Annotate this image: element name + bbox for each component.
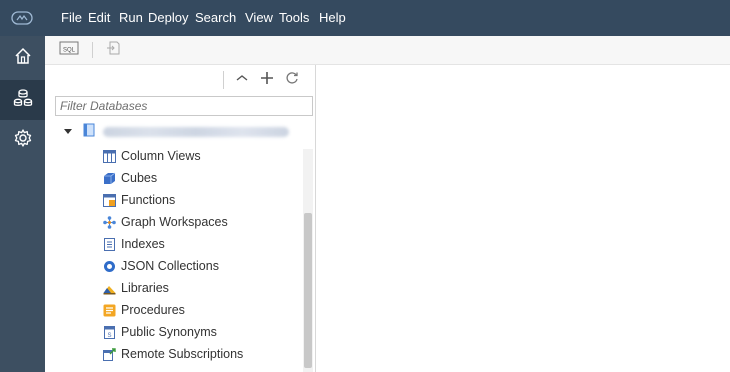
sql-console-icon: SQL [59,41,79,60]
menu-view[interactable]: View [245,0,273,36]
add-database-button[interactable] [257,70,277,90]
open-sql-console-button[interactable]: SQL [57,40,81,60]
open-sql-console-icon [106,41,120,60]
tree-item-json-collections[interactable]: JSON Collections [103,255,219,277]
add-icon [260,71,274,90]
panel-toolbar-separator [223,71,224,89]
filter-databases-field[interactable] [55,96,313,116]
tree-item-graph-workspaces[interactable]: Graph Workspaces [103,211,228,233]
refresh-icon [285,71,299,90]
database-explorer-button[interactable] [0,80,45,120]
settings-icon [13,128,33,153]
home-button[interactable] [0,38,45,78]
toolbar-separator [92,42,93,58]
menu-edit[interactable]: Edit [88,0,110,36]
functions-icon [103,193,116,207]
collapse-button[interactable] [232,70,252,90]
public-synonyms-icon: S [103,325,116,339]
tree-item-remote-subscriptions[interactable]: Remote Subscriptions [103,343,243,365]
secondary-console-button[interactable] [101,40,125,60]
tree-item-label: Public Synonyms [121,325,217,339]
tree-item-indexes[interactable]: Indexes [103,233,165,255]
app-logo-icon[interactable] [4,6,40,30]
tree-item-label: JSON Collections [121,259,219,273]
tree-item-label: Column Views [121,149,201,163]
tree-item-label: Cubes [121,171,158,185]
tree-item-label: Functions [121,193,176,207]
database-explorer-icon [12,87,34,114]
tree-item-public-synonyms[interactable]: S Public Synonyms [103,321,217,343]
toolbar: SQL [45,36,730,65]
libraries-icon [103,282,116,295]
menu-search[interactable]: Search [195,0,236,36]
svg-text:SQL: SQL [63,47,76,53]
tree-item-label: Remote Subscriptions [121,347,244,361]
collapse-icon [236,71,248,89]
refresh-button[interactable] [282,70,302,90]
svg-text:S: S [107,333,111,339]
column-views-icon [103,149,116,163]
menu-run[interactable]: Run [119,0,143,36]
panel-toolbar [45,65,315,95]
tree-item-label: Graph Workspaces [121,215,228,229]
activity-sidebar [0,36,45,372]
tree-item-column-views[interactable]: Column Views [103,145,201,167]
tree-item-label: Libraries [121,281,169,295]
settings-button[interactable] [0,120,45,160]
expand-arrow-icon[interactable] [63,123,73,141]
tree-item-libraries[interactable]: Libraries [103,277,169,299]
menu-help[interactable]: Help [319,0,346,36]
menu-tools[interactable]: Tools [279,0,309,36]
tree-item-label: Indexes [121,237,165,251]
tree-item-label: Procedures [121,303,185,317]
tree-item-functions[interactable]: Functions [103,189,175,211]
database-name-redacted [103,127,289,137]
database-explorer-panel: Column Views Cubes Functions [45,65,316,372]
remote-subscriptions-icon [103,347,116,361]
tree-item-procedures[interactable]: Procedures [103,299,185,321]
procedures-icon [103,304,116,317]
database-tree-root[interactable] [63,121,313,143]
tree-scrollbar-thumb[interactable] [304,213,312,368]
menu-file[interactable]: File [61,0,82,36]
cubes-icon [103,172,116,185]
json-collections-icon [103,260,116,273]
indexes-icon [103,237,116,251]
menu-deploy[interactable]: Deploy [148,0,188,36]
filter-databases-input[interactable] [56,97,304,115]
menu-bar: File Edit Run Deploy Search View Tools H… [0,0,730,36]
graph-workspaces-icon [103,215,116,229]
tree-item-cubes[interactable]: Cubes [103,167,157,189]
home-icon [13,46,33,71]
database-icon [83,123,95,142]
